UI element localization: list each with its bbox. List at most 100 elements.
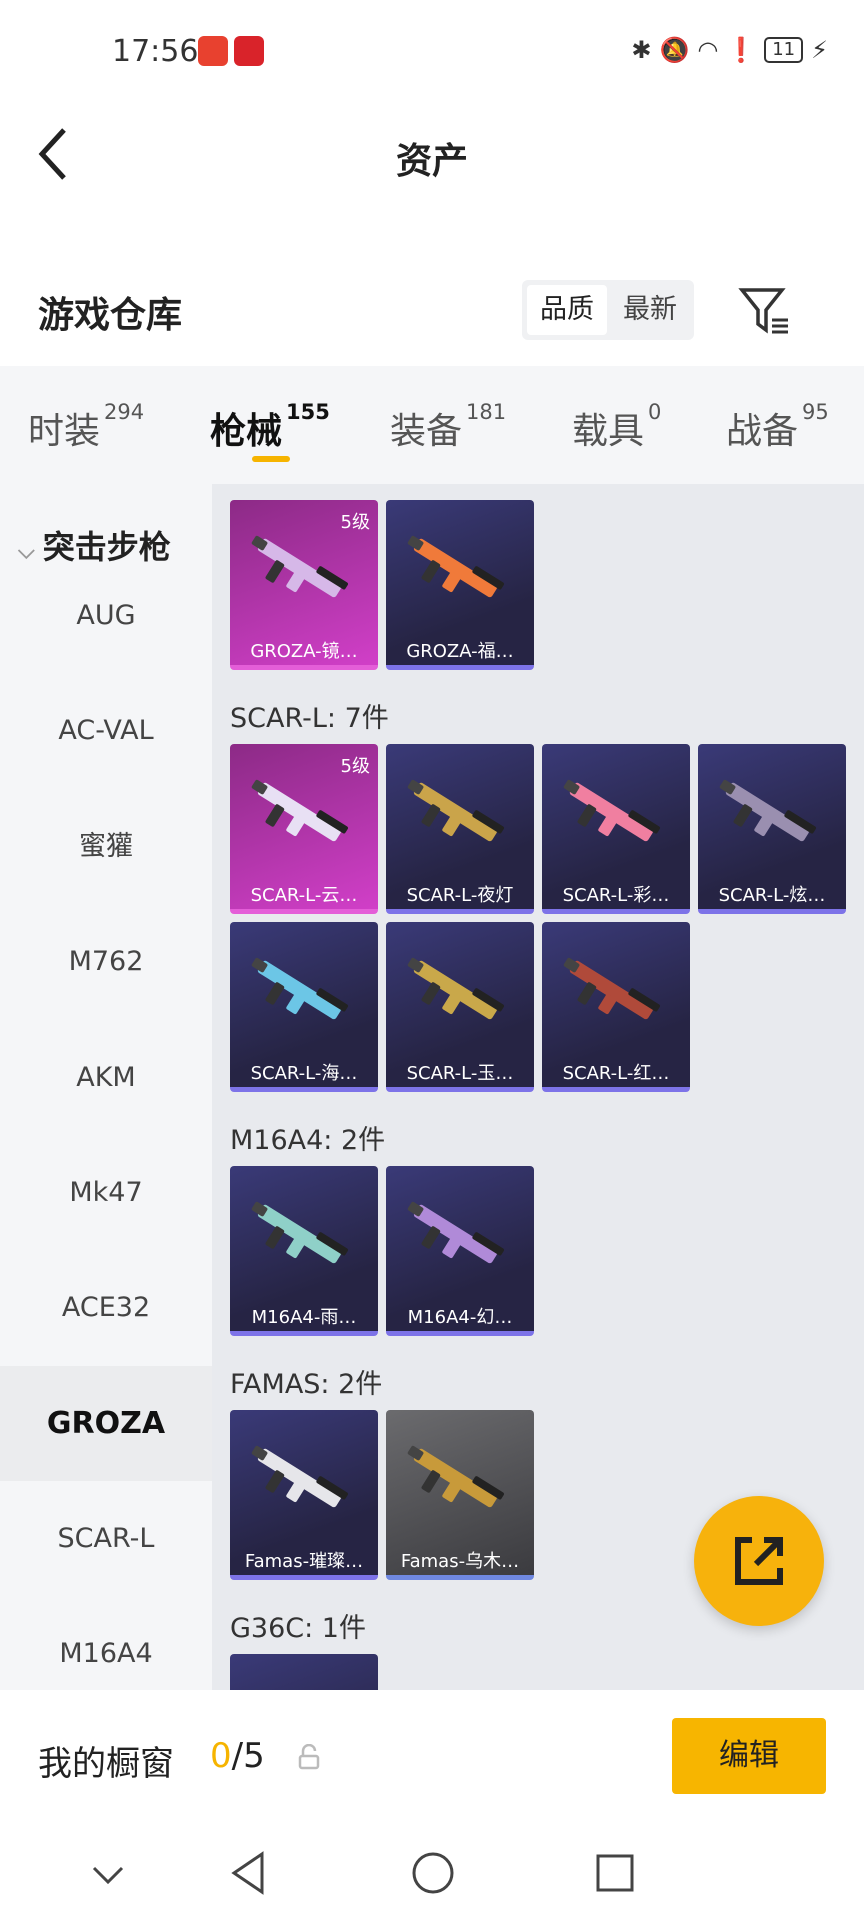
level-badge: 5级 xyxy=(340,756,370,777)
edit-button[interactable]: 编辑 xyxy=(672,1718,826,1794)
sort-quality-button[interactable]: 品质 xyxy=(527,285,607,335)
weapon-card[interactable]: SCAR-L-炫… xyxy=(698,744,846,914)
weapon-name: SCAR-L-玉… xyxy=(406,1063,514,1084)
weapon-skin-icon xyxy=(407,535,504,598)
weapon-card[interactable]: Famas-乌木… xyxy=(386,1410,534,1580)
weapon-sidebar: ⌵ 突击步枪 AUG AC-VAL 蜜獾 M762 AKM Mk47 ACE32 … xyxy=(0,484,212,1690)
status-time: 17:56 xyxy=(112,34,199,69)
warehouse-title: 游戏仓库 xyxy=(38,295,183,336)
sidebar-item-m16a4[interactable]: M16A4 xyxy=(0,1596,212,1690)
weapon-name: SCAR-L-海… xyxy=(250,1063,358,1084)
tab-count: 294 xyxy=(104,400,145,424)
recents-square-icon[interactable] xyxy=(594,1852,636,1894)
sidebar-item-mk47[interactable]: Mk47 xyxy=(0,1135,212,1250)
weapon-card[interactable]: M16A4-雨… xyxy=(230,1166,378,1336)
charging-icon: ⚡ xyxy=(811,36,828,64)
showcase-label: 我的橱窗 xyxy=(38,1744,174,1784)
category-tabs: 时装 294 枪械 155 装备 181 载具 0 战备 95 xyxy=(0,366,864,484)
weapon-skin-icon xyxy=(563,957,660,1020)
weapon-skin-icon xyxy=(563,779,660,842)
tab-label: 枪械 xyxy=(210,411,283,452)
tab-weapons[interactable]: 枪械 155 xyxy=(210,400,330,454)
weapon-card[interactable]: 5级 GROZA-镜… xyxy=(230,500,378,670)
battery-icon: 11 xyxy=(764,37,804,63)
tab-equipment[interactable]: 装备 181 xyxy=(390,400,507,454)
sidebar-item-scar-l[interactable]: SCAR-L xyxy=(0,1481,212,1596)
weapon-skin-icon xyxy=(407,1445,504,1508)
tab-label: 载具 xyxy=(572,411,645,452)
tab-label: 装备 xyxy=(390,411,463,452)
sidebar-item-aug[interactable]: AUG xyxy=(0,558,212,673)
weapon-name: M16A4-幻… xyxy=(407,1307,513,1328)
weapon-card[interactable]: 5级 SCAR-L-云… xyxy=(230,744,378,914)
mute-icon: 🔕 xyxy=(659,36,690,64)
weapon-card[interactable]: GROZA-福… xyxy=(386,500,534,670)
weapon-skin-icon xyxy=(407,779,504,842)
weapon-name: M16A4-雨… xyxy=(251,1307,357,1328)
sort-newest-button[interactable]: 最新 xyxy=(610,285,690,335)
weapon-name: SCAR-L-彩… xyxy=(562,885,670,906)
showcase-total: /5 xyxy=(231,1736,265,1776)
tab-vehicles[interactable]: 载具 0 xyxy=(572,400,662,454)
tab-count: 155 xyxy=(286,400,330,424)
tab-count: 95 xyxy=(802,400,829,424)
page-title: 资产 xyxy=(395,141,468,182)
sidebar-item-honey-badger[interactable]: 蜜獾 xyxy=(0,789,212,904)
weapon-skin-icon xyxy=(251,1445,348,1508)
sidebar-item-m762[interactable]: M762 xyxy=(0,904,212,1019)
sidebar-item-ace32[interactable]: ACE32 xyxy=(0,1250,212,1365)
weapon-name: SCAR-L-夜灯 xyxy=(406,885,514,906)
bluetooth-icon: ✱ xyxy=(631,36,652,64)
showcase-current: 0 xyxy=(210,1736,232,1776)
weapon-skin-icon xyxy=(407,957,504,1020)
sidebar-item-akm[interactable]: AKM xyxy=(0,1020,212,1135)
weapon-card[interactable] xyxy=(230,1654,378,1690)
weapon-name: GROZA-镜… xyxy=(250,641,358,662)
showcase-count: 0/5 xyxy=(210,1736,265,1776)
system-nav-bar xyxy=(0,1830,864,1920)
app-notification-icon xyxy=(234,36,264,66)
weapon-card[interactable]: M16A4-幻… xyxy=(386,1166,534,1336)
tab-label: 时装 xyxy=(28,411,101,452)
level-badge: 5级 xyxy=(340,512,370,533)
weapon-name: SCAR-L-炫… xyxy=(718,885,826,906)
weapon-name: SCAR-L-云… xyxy=(250,885,358,906)
top-bar: 资产 xyxy=(0,104,864,204)
group-header: SCAR-L: 7件 xyxy=(230,703,389,734)
tab-count: 181 xyxy=(466,400,507,424)
share-icon xyxy=(735,1537,783,1585)
sidebar-item-ac-val[interactable]: AC-VAL xyxy=(0,673,212,788)
weapon-card[interactable]: SCAR-L-海… xyxy=(230,922,378,1092)
weapon-card[interactable]: SCAR-L-彩… xyxy=(542,744,690,914)
weapon-skin-icon xyxy=(251,1201,348,1264)
weapon-skin-icon xyxy=(407,1201,504,1264)
chevron-down-icon[interactable] xyxy=(90,1860,126,1890)
weapon-card[interactable]: SCAR-L-红… xyxy=(542,922,690,1092)
weapon-name: GROZA-福… xyxy=(406,641,514,662)
alert-icon: ❗ xyxy=(726,36,757,64)
weapon-card[interactable]: SCAR-L-夜灯 xyxy=(386,744,534,914)
weapon-skin-icon xyxy=(251,779,348,842)
tab-fashion[interactable]: 时装 294 xyxy=(28,400,145,454)
weapon-skin-icon xyxy=(251,535,348,598)
group-header: G36C: 1件 xyxy=(230,1613,366,1644)
group-header: M16A4: 2件 xyxy=(230,1125,386,1156)
weapon-name: Famas-乌木… xyxy=(400,1551,520,1572)
system-icons: ✱ 🔕 ◠ ❗ 11 ⚡ xyxy=(631,36,828,64)
home-circle-icon[interactable] xyxy=(410,1850,456,1896)
status-bar: 17:56 ✱ 🔕 ◠ ❗ 11 ⚡ xyxy=(0,0,864,104)
weapon-card[interactable]: SCAR-L-玉… xyxy=(386,922,534,1092)
weapon-skin-icon xyxy=(251,1689,268,1690)
wifi-icon: ◠ xyxy=(697,36,719,64)
lock-icon xyxy=(298,1744,320,1770)
filter-icon[interactable] xyxy=(738,284,792,338)
weapon-card[interactable]: Famas-璀璨… xyxy=(230,1410,378,1580)
tab-supplies[interactable]: 战备 95 xyxy=(726,400,829,454)
weapon-name: Famas-璀璨… xyxy=(244,1551,364,1572)
back-triangle-icon[interactable] xyxy=(228,1850,268,1896)
sidebar-item-groza[interactable]: GROZA xyxy=(0,1366,212,1481)
group-header: FAMAS: 2件 xyxy=(230,1369,383,1400)
share-button[interactable] xyxy=(694,1496,824,1626)
tab-count: 0 xyxy=(648,400,662,424)
tab-label: 战备 xyxy=(726,411,799,452)
